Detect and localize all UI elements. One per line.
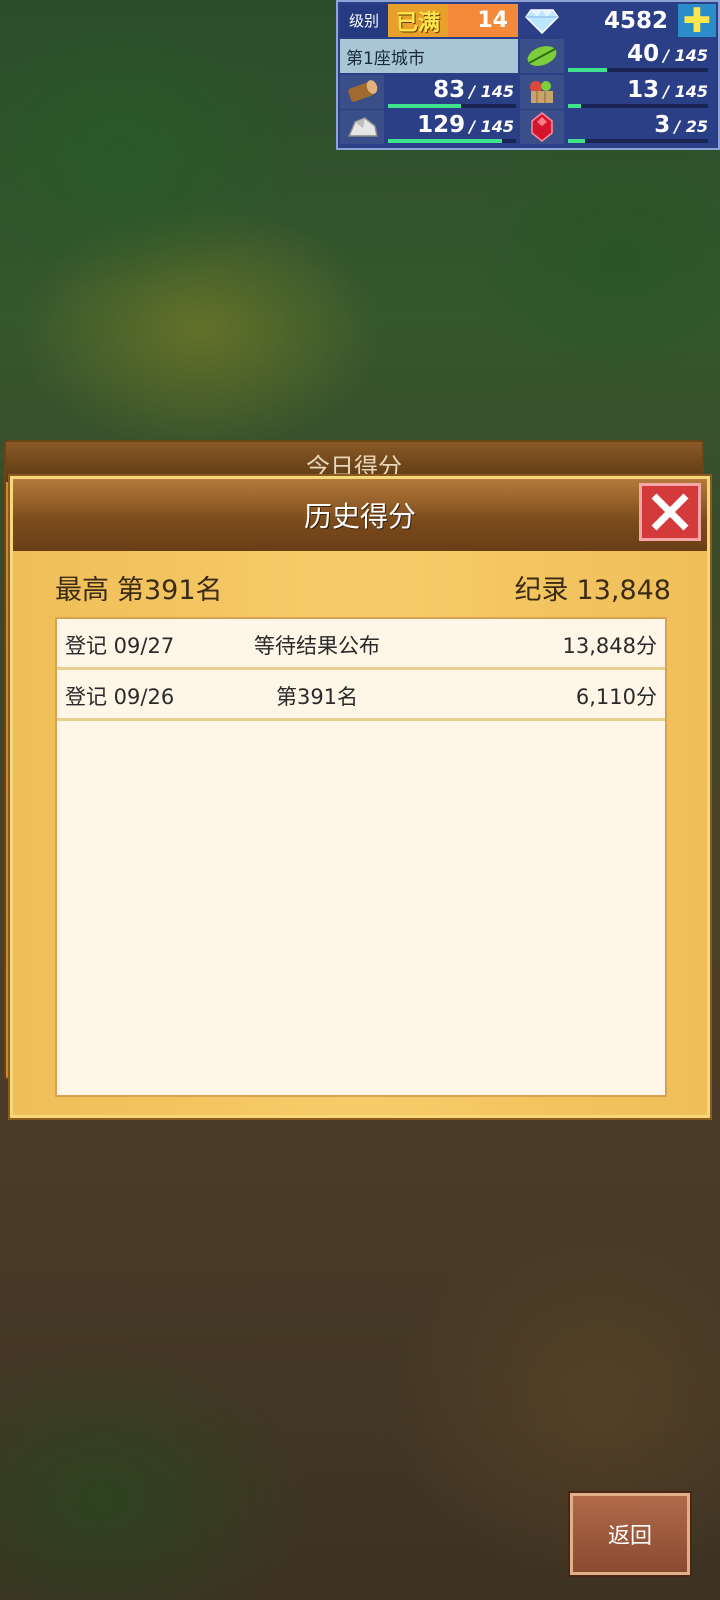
level-max-badge: 已满	[388, 4, 448, 37]
dialog-title: 历史得分	[303, 500, 416, 533]
ruby-bar	[568, 139, 708, 143]
close-button[interactable]	[639, 483, 701, 541]
level-number: 14	[448, 4, 518, 37]
score-history-list[interactable]: 登记 09/27 等待结果公布 13,848分 登记 09/26 第391名 6…	[55, 617, 667, 1097]
entry-date: 登记 09/26	[65, 685, 175, 709]
entry-date: 登记 09/27	[65, 634, 175, 658]
record-value: 13,848	[576, 574, 671, 606]
entry-status: 第391名	[275, 685, 359, 709]
history-score-dialog: 历史得分 最高 第391名 纪录 13,848 登记 09/27 等待结果公布 13…	[10, 476, 710, 1118]
best-label: 最高	[55, 574, 109, 606]
list-item: 登记 09/27 等待结果公布 13,848分	[57, 619, 665, 670]
entry-score: 6,110分	[575, 685, 657, 709]
city-name: 第1座城市	[340, 39, 518, 73]
stone-ore-icon	[340, 110, 384, 144]
level-label: 级别	[340, 4, 388, 37]
diamond-icon	[520, 4, 564, 37]
wood-log-icon	[340, 75, 384, 109]
entry-status: 等待结果公布	[254, 634, 380, 658]
add-gems-button[interactable]: ✚	[678, 1, 716, 41]
leaf-icon	[520, 39, 564, 73]
record-group: 纪录 13,848	[515, 568, 671, 607]
stone-bar	[388, 139, 516, 143]
list-item: 登记 09/26 第391名 6,110分	[57, 670, 665, 721]
resource-hud: 级别 已满 14 4582 ✚ 第1座城市 40/ 145 83/ 145 13…	[336, 0, 720, 150]
food-basket-icon	[520, 75, 564, 109]
score-summary: 最高 第391名 纪录 13,848	[55, 567, 671, 607]
best-rank-group: 最高 第391名	[55, 568, 231, 607]
close-icon	[651, 493, 689, 531]
dialog-header: 历史得分	[13, 479, 707, 551]
leaf-bar	[568, 68, 708, 72]
wood-bar	[388, 104, 516, 108]
food-bar	[568, 104, 708, 108]
entry-score: 13,848分	[562, 634, 657, 658]
record-label: 纪录	[514, 574, 569, 606]
ruby-icon	[520, 110, 564, 144]
gem-count: 4582	[603, 7, 668, 34]
best-rank: 第391名	[117, 574, 223, 606]
back-button[interactable]: 返回	[570, 1493, 690, 1575]
